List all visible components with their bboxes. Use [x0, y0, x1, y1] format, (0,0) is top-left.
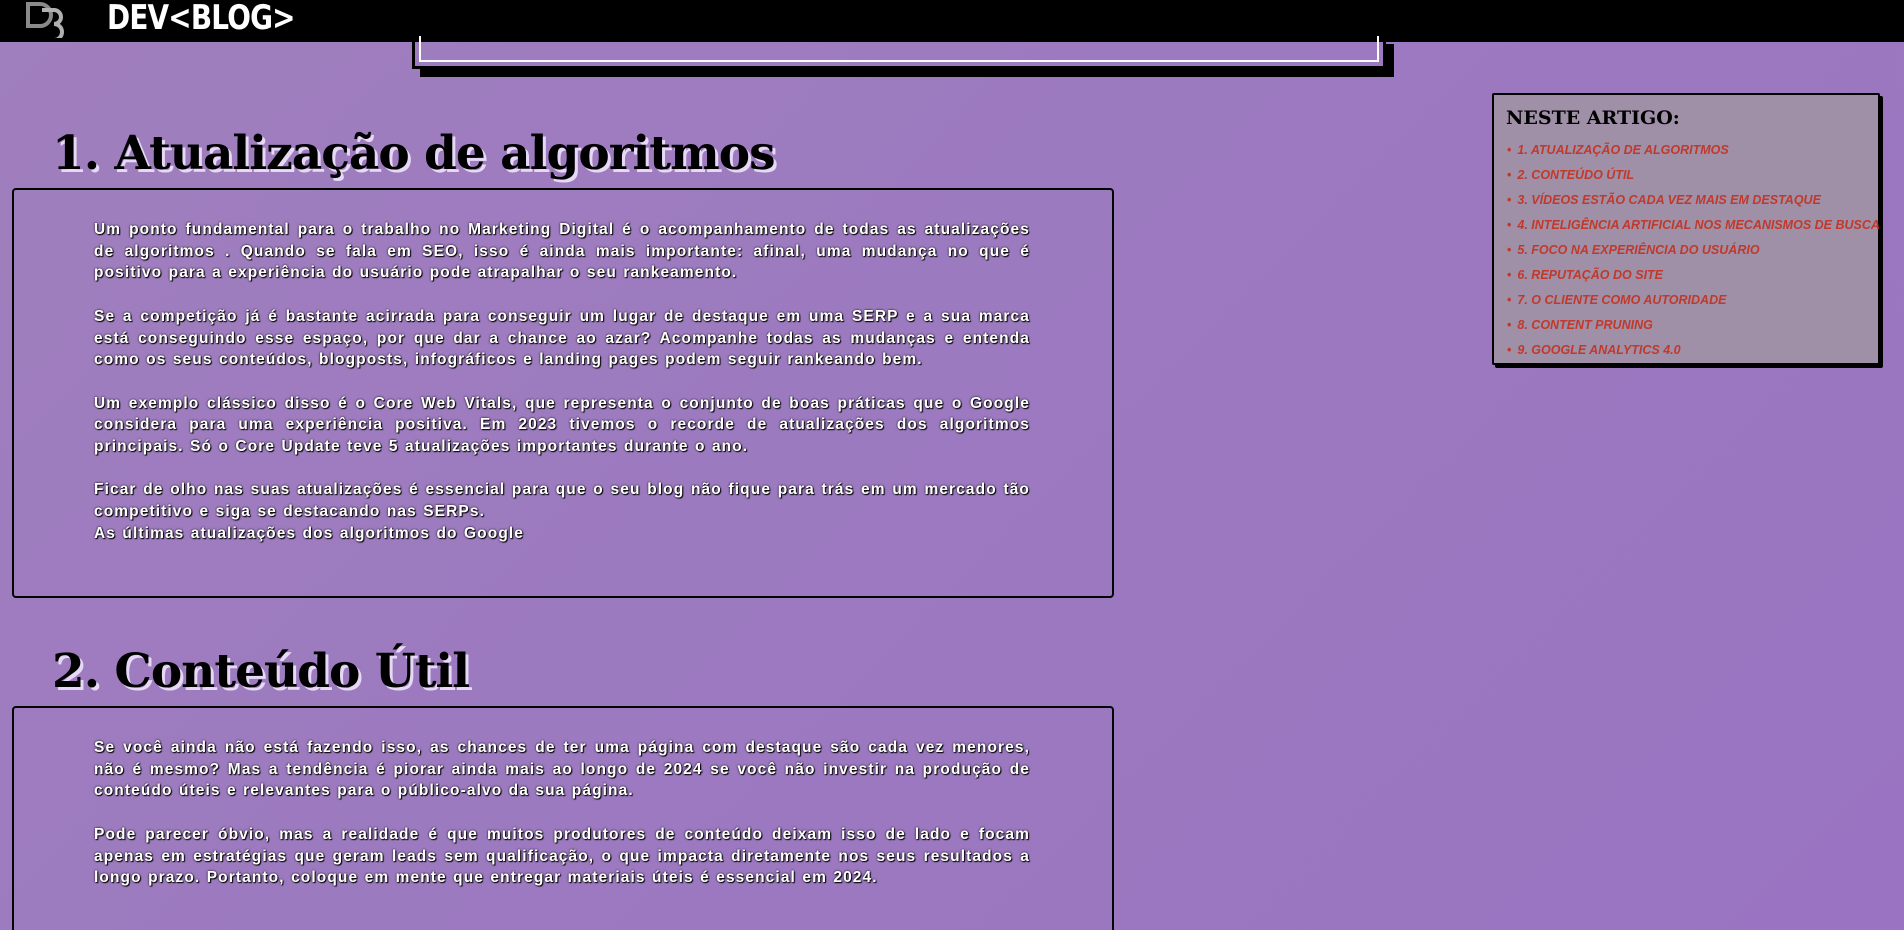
section-title-1: 1. Atualização de algoritmos [52, 126, 776, 181]
toc-item[interactable]: • 6. REPUTAÇÃO DO SITE [1507, 262, 1880, 287]
article-body-2: Se você ainda não está fazendo isso, as … [94, 737, 1030, 889]
table-of-contents: NESTE ARTIGO: • 1. ATUALIZAÇÃO DE ALGORIT… [1492, 93, 1880, 365]
toc-item[interactable]: • 4. INTELIGÊNCIA ARTIFICIAL NOS MECANISM… [1507, 212, 1880, 237]
paragraph: Um ponto fundamental para o trabalho no … [94, 221, 1030, 282]
paragraph: Se a competição já é bastante acirrada p… [94, 307, 1030, 369]
toc-item[interactable]: • 8. CONTENT PRUNING [1507, 312, 1880, 337]
toc-item[interactable]: • 3. VÍDEOS ESTÃO CADA VEZ MAIS EM DESTAQ… [1507, 187, 1880, 212]
toc-item[interactable]: • 2. CONTEÚDO ÚTIL [1507, 162, 1880, 187]
toc-item[interactable]: • 9. GOOGLE ANALYTICS 4.0 [1507, 337, 1880, 362]
hero-image-frame [412, 36, 1386, 69]
toc-item[interactable]: • 5. FOCO NA EXPERIÊNCIA DO USUÁRIO [1507, 237, 1880, 262]
article-body-1: Um ponto fundamental para o trabalho no … [94, 219, 1030, 545]
section-title-2: 2. Conteúdo Útil [52, 644, 470, 699]
logo-icon[interactable] [24, 0, 70, 38]
toc-title: NESTE ARTIGO: [1506, 107, 1680, 129]
toc-item[interactable]: • 1. ATUALIZAÇÃO DE ALGORITMOS [1507, 137, 1880, 162]
paragraph: Se você ainda não está fazendo isso, as … [94, 739, 1031, 800]
brand-name[interactable]: DEV<BLOG> [107, 0, 296, 38]
paragraph: Um exemplo clássico disso é o Core Web V… [94, 394, 1030, 455]
paragraph: Ficar de olho nas suas atualizações é es… [94, 481, 1030, 521]
toc-item[interactable]: • 7. O CLIENTE COMO AUTORIDADE [1507, 287, 1880, 312]
caption: As últimas atualizações dos algoritmos d… [94, 524, 525, 542]
paragraph: Pode parecer óbvio, mas a realidade é qu… [94, 825, 1030, 887]
toc-list: • 1. ATUALIZAÇÃO DE ALGORITMOS • 2. CONTEÚ… [1507, 137, 1880, 362]
